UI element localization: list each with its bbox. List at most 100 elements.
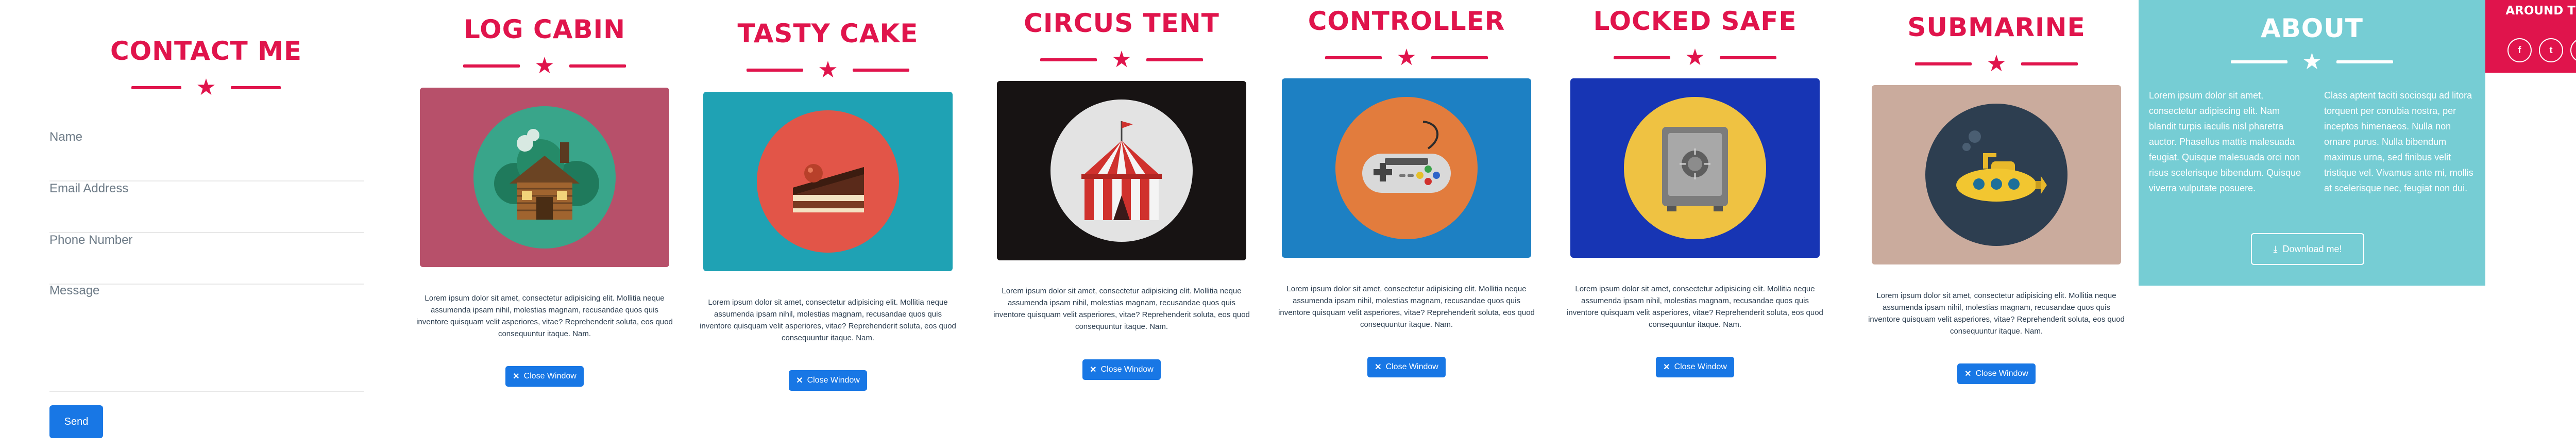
star-icon: ★ (1396, 45, 1417, 70)
name-field[interactable] (49, 130, 364, 144)
close-icon: ✕ (1964, 370, 1972, 378)
safe-icon (1624, 97, 1766, 239)
message-field-wrapper (49, 284, 364, 392)
modal-title: SUBMARINE (1907, 12, 2086, 42)
portfolio-modal-circus-tent: CIRCUS TENT ★ Lorem ipsum dolor sit amet… (977, 0, 1266, 447)
star-icon: ★ (1685, 45, 1705, 70)
modal-title: LOCKED SAFE (1593, 6, 1797, 36)
divider-line (230, 86, 281, 89)
close-label: Close Window (1674, 362, 1727, 371)
about-text-right: Class aptent taciti sociosqu ad litora t… (2324, 90, 2473, 193)
modal-description: Lorem ipsum dolor sit amet, consectetur … (1278, 285, 1535, 329)
close-window-button[interactable]: ✕ Close Window (1367, 357, 1446, 377)
linkedin-icon[interactable]: in (2570, 38, 2576, 62)
divider-line (2230, 60, 2287, 63)
heading-divider: ★ (1852, 53, 2141, 75)
modal-description: Lorem ipsum dolor sit amet, consectetur … (1567, 285, 1823, 329)
close-window-button[interactable]: ✕ Close Window (505, 366, 584, 387)
cabin-icon (473, 106, 616, 249)
modal-title: CONTROLLER (1308, 6, 1505, 36)
divider-line (2021, 62, 2078, 65)
close-label: Close Window (1975, 369, 2028, 378)
download-button[interactable]: ⤓ Download me! (2251, 233, 2364, 265)
divider-line (1614, 56, 1671, 59)
divider-line (463, 64, 520, 68)
about-title: ABOUT (2260, 13, 2364, 43)
close-label: Close Window (807, 376, 860, 385)
submarine-icon (1925, 104, 2067, 246)
close-label: Close Window (1385, 362, 1438, 371)
facebook-icon[interactable]: f (2507, 38, 2532, 62)
close-icon: ✕ (796, 376, 803, 385)
star-icon: ★ (534, 53, 555, 78)
portfolio-modal-submarine: SUBMARINE ★ Lorem ipsum dolor sit amet, … (1852, 0, 2141, 447)
circus-tent-icon (1050, 100, 1193, 242)
heading-divider: ★ (2139, 51, 2485, 73)
divider-line (569, 64, 626, 68)
close-window-button[interactable]: ✕ Close Window (1957, 363, 2036, 384)
portfolio-modal-log-cabin: LOG CABIN ★ Lorem ipsum dolor sit amet, … (400, 0, 689, 447)
close-icon: ✕ (1375, 363, 1382, 372)
close-icon: ✕ (1090, 366, 1097, 374)
modal-title: TASTY CAKE (737, 19, 919, 48)
close-label: Close Window (523, 372, 577, 380)
contact-section: CONTACT ME ★ Send (0, 0, 407, 447)
contact-title: CONTACT ME (110, 36, 302, 66)
modal-title: LOG CABIN (464, 14, 625, 44)
modal-description: Lorem ipsum dolor sit amet, consectetur … (993, 287, 1250, 331)
portfolio-image (703, 92, 953, 271)
portfolio-modal-locked-safe: LOCKED SAFE ★ Lorem ipsum dolor sit amet… (1551, 0, 1839, 447)
heading-divider: ★ (977, 48, 1266, 71)
divider-line (1325, 56, 1382, 59)
heading-divider: ★ (684, 59, 972, 81)
heading-divider: ★ (1262, 46, 1551, 69)
heading-divider: ★ (131, 76, 281, 99)
download-label: Download me! (2282, 243, 2342, 254)
portfolio-modal-controller: CONTROLLER ★ Lorem ipsum dolor sit amet,… (1262, 0, 1551, 447)
star-icon: ★ (2301, 49, 2323, 74)
close-window-button[interactable]: ✕ Close Window (789, 370, 867, 391)
divider-line (131, 86, 182, 89)
close-label: Close Window (1100, 365, 1154, 374)
send-button[interactable]: Send (49, 405, 103, 438)
phone-field-wrapper (49, 233, 364, 285)
star-icon: ★ (818, 57, 838, 82)
portfolio-image (997, 81, 1246, 260)
divider-line (1719, 56, 1776, 59)
twitter-icon[interactable]: t (2539, 38, 2563, 62)
star-icon: ★ (196, 75, 216, 100)
divider-line (2336, 60, 2394, 63)
divider-line (1915, 62, 1972, 65)
about-columns: Lorem ipsum dolor sit amet, consectetur … (2149, 88, 2479, 196)
email-field[interactable] (49, 181, 364, 196)
divider-line (1431, 56, 1488, 59)
close-window-button[interactable]: ✕ Close Window (1082, 359, 1161, 380)
divider-line (1040, 58, 1097, 61)
portfolio-image (1282, 78, 1531, 258)
portfolio-modal-tasty-cake: TASTY CAKE ★ Lorem ipsum dolor sit amet,… (684, 0, 972, 447)
phone-field[interactable] (49, 233, 364, 247)
download-icon: ⤓ (2273, 243, 2278, 254)
modal-description: Lorem ipsum dolor sit amet, consectetur … (1868, 291, 2125, 336)
about-section: ABOUT ★ Lorem ipsum dolor sit amet, cons… (2139, 0, 2485, 286)
name-field-wrapper (49, 130, 364, 181)
cake-icon (757, 110, 899, 253)
divider-line (852, 69, 909, 72)
star-icon: ★ (1986, 51, 2007, 76)
divider-line (1146, 58, 1203, 61)
heading-divider: ★ (400, 55, 689, 77)
modal-description: Lorem ipsum dolor sit amet, consectetur … (416, 294, 673, 338)
star-icon: ★ (1111, 47, 1132, 72)
close-icon: ✕ (1663, 363, 1670, 372)
portfolio-image (420, 88, 669, 267)
heading-divider: ★ (1551, 46, 1839, 69)
close-window-button[interactable]: ✕ Close Window (1656, 357, 1734, 377)
game-controller-icon (1335, 97, 1478, 239)
modal-title: CIRCUS TENT (1024, 8, 1219, 38)
divider-line (747, 69, 804, 72)
around-the-web-title: AROUND THE WEB (2505, 4, 2576, 18)
portfolio-image (1570, 78, 1820, 258)
portfolio-image (1872, 85, 2121, 264)
message-field[interactable] (49, 284, 364, 366)
modal-description: Lorem ipsum dolor sit amet, consectetur … (700, 298, 956, 342)
